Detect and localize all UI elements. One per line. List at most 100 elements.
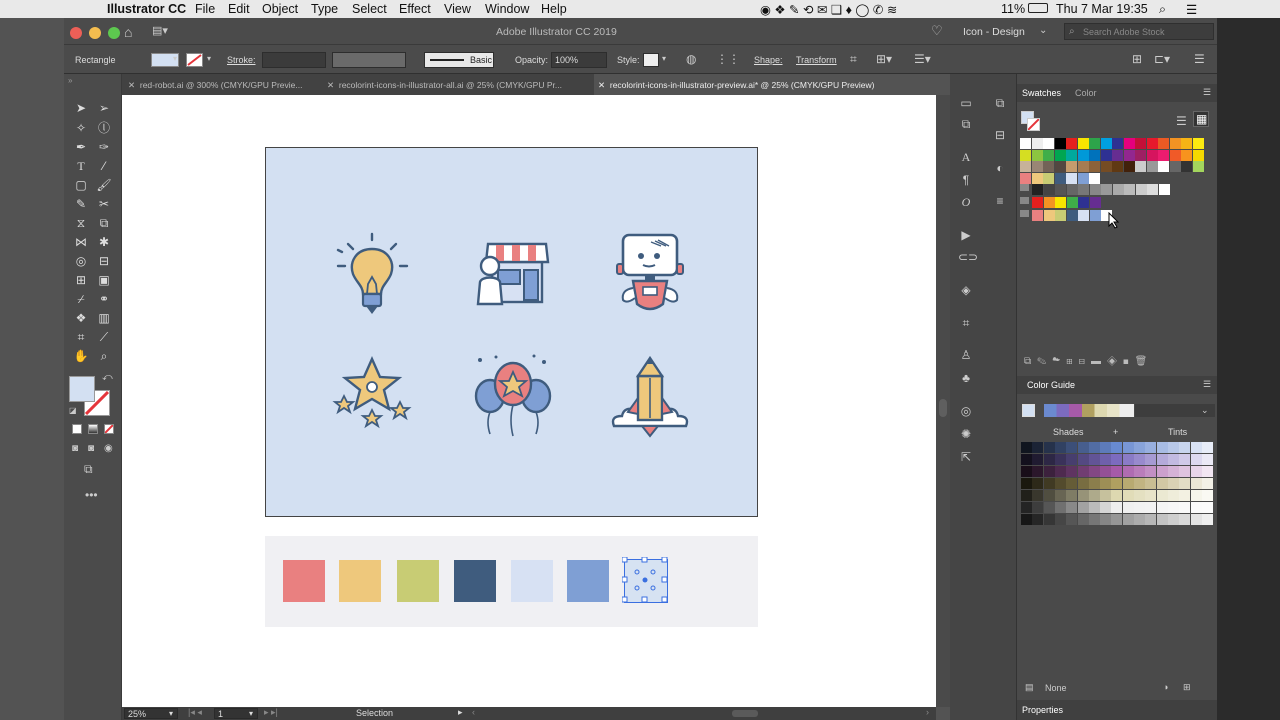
swatch-cell[interactable]	[1031, 149, 1043, 161]
color-guide-cell[interactable]	[1066, 466, 1078, 477]
perspective-grid-icon[interactable]: ⊟	[95, 253, 113, 269]
color-guide-cell[interactable]	[1145, 454, 1157, 465]
swatch-cell[interactable]	[1020, 138, 1031, 149]
color-guide-cell[interactable]	[1179, 442, 1191, 453]
swatch-cell[interactable]	[1078, 197, 1089, 208]
swatch-cell[interactable]	[1066, 184, 1078, 195]
color-guide-cell[interactable]	[1021, 478, 1032, 489]
color-guide-cell[interactable]	[1179, 514, 1191, 525]
actions-panel-icon[interactable]: ▶	[958, 228, 974, 242]
line-tool-icon[interactable]: ⁄	[95, 158, 113, 174]
color-guide-cell[interactable]	[1201, 478, 1213, 489]
swatch-cell[interactable]	[1054, 138, 1066, 149]
panel-menu-icon[interactable]: ☰▾	[914, 52, 931, 66]
artboards-panel-icon[interactable]: ▭	[958, 96, 974, 110]
slice-tool-icon[interactable]: ⟋	[95, 329, 113, 345]
minimize-window-button[interactable]	[89, 27, 101, 39]
edit-colors-icon[interactable]: ◑	[1163, 682, 1168, 692]
swatch-cell[interactable]	[1043, 172, 1054, 184]
color-guide-cell[interactable]	[1179, 502, 1191, 513]
color-guide-cell[interactable]	[1111, 454, 1123, 465]
swatch-cell[interactable]	[1066, 138, 1077, 149]
color-guide-cell[interactable]	[1134, 442, 1145, 453]
symbols-panel-icon[interactable]: ♣	[958, 371, 974, 385]
swatches-tab[interactable]: Swatches	[1022, 88, 1061, 98]
close-icon[interactable]: ✕	[327, 80, 334, 90]
color-guide-cell[interactable]	[1134, 454, 1145, 465]
color-guide-cell[interactable]	[1145, 490, 1157, 501]
swatch-cell[interactable]	[1066, 172, 1077, 184]
color-guide-title[interactable]: Color Guide	[1027, 380, 1075, 390]
arrange-icon[interactable]: ⊞▾	[876, 52, 892, 66]
mesh-tool-icon[interactable]: ⊞	[72, 272, 90, 288]
color-guide-cell[interactable]	[1201, 442, 1213, 453]
swatch-group-folder-icon[interactable]	[1020, 184, 1029, 191]
color-guide-cell[interactable]	[1043, 502, 1055, 513]
swatch-cell[interactable]	[1032, 197, 1043, 208]
swatch-cell[interactable]	[1135, 149, 1146, 161]
swatch-cell[interactable]	[1089, 172, 1100, 184]
color-guide-cell[interactable]	[1145, 466, 1157, 477]
swatch-cell[interactable]	[1055, 184, 1066, 195]
color-guide-cell[interactable]	[1054, 514, 1066, 525]
edit-toolbar-icon[interactable]: •••	[85, 488, 98, 502]
color-guide-cell[interactable]	[1021, 454, 1032, 465]
swatch-cell[interactable]	[1055, 210, 1066, 221]
lightbulb-icon[interactable]	[334, 232, 410, 318]
harmony-colors[interactable]	[1044, 404, 1134, 417]
color-guide-cell[interactable]	[1066, 514, 1078, 525]
scale-tool-icon[interactable]: ⧉	[95, 215, 113, 231]
libraries-panel-icon[interactable]: ⧉	[992, 96, 1008, 110]
stars-icon[interactable]	[332, 356, 412, 438]
scissors-tool-icon[interactable]: ✂	[95, 196, 113, 212]
color-guide-cell[interactable]	[1100, 466, 1112, 477]
color-guide-cell[interactable]	[1077, 502, 1089, 513]
color-guide-cell[interactable]	[1145, 502, 1157, 513]
swatch-cell[interactable]	[1077, 138, 1089, 149]
color-guide-cell[interactable]	[1021, 442, 1032, 453]
collapse-icon[interactable]: »	[68, 76, 72, 85]
menu-select[interactable]: Select	[352, 2, 387, 16]
status-icons[interactable]: ◉ ❖ ✎ ⟲ ✉ ❑ ♦ ◯ ✆ ≋	[760, 2, 897, 17]
curvature-tool-icon[interactable]: ✑	[95, 139, 113, 155]
stroke-swatch[interactable]	[186, 53, 203, 67]
swatch-stroke-indicator[interactable]	[1027, 118, 1040, 131]
color-guide-cell[interactable]	[1190, 490, 1202, 501]
swatch-cell[interactable]	[1043, 197, 1055, 208]
swatch-cell[interactable]	[1158, 149, 1169, 161]
isolate-icon[interactable]: ⌗	[850, 52, 857, 67]
swatch-libraries-icon[interactable]: ▤	[1025, 682, 1034, 693]
shop-icon[interactable]	[474, 238, 550, 310]
swatch-cell[interactable]	[1032, 184, 1043, 195]
swatch-cell[interactable]	[1192, 138, 1204, 149]
zoom-level-field[interactable]: 25% ▾	[124, 708, 178, 719]
swatch-cell[interactable]	[1043, 138, 1054, 149]
swatch-cell[interactable]	[1031, 138, 1043, 149]
color-guide-cell[interactable]	[1100, 454, 1112, 465]
swatch-cell[interactable]	[1089, 210, 1101, 221]
swatch-library-icons[interactable]: ⧉✎☁⊞⊟▬◈◼🗑	[1024, 356, 1153, 367]
swatch-cell[interactable]	[1100, 161, 1112, 172]
color-guide-cell[interactable]	[1032, 478, 1044, 489]
type-tool-icon[interactable]: T	[72, 158, 90, 174]
brush-definition[interactable]: Basic	[424, 52, 494, 68]
eyedropper-icon[interactable]: ⌿	[72, 291, 90, 307]
swatch-cell[interactable]	[1146, 149, 1158, 161]
color-guide-cell[interactable]	[1134, 502, 1145, 513]
color-guide-cell[interactable]	[1032, 514, 1044, 525]
color-guide-cell[interactable]	[1088, 478, 1100, 489]
color-guide-cell[interactable]	[1100, 490, 1112, 501]
color-guide-cell[interactable]	[1156, 442, 1168, 453]
stock-search-input[interactable]: ⌕ Search Adobe Stock	[1064, 23, 1214, 40]
app-menu[interactable]: Illustrator CC	[107, 2, 186, 16]
chevron-down-icon[interactable]: ▾	[662, 54, 666, 63]
swatch-cell[interactable]	[1112, 149, 1123, 161]
color-guide-cell[interactable]	[1032, 454, 1044, 465]
color-guide-cell[interactable]	[1088, 502, 1100, 513]
align-panel-icon[interactable]: ⊟	[992, 128, 1008, 142]
swatch-cell[interactable]	[1181, 149, 1192, 161]
swatch-cell[interactable]	[1123, 149, 1135, 161]
swatch-cell[interactable]	[1043, 161, 1054, 172]
appearance-panel-icon[interactable]: ◎	[958, 404, 974, 418]
magic-wand-icon[interactable]: ✧	[72, 120, 90, 136]
